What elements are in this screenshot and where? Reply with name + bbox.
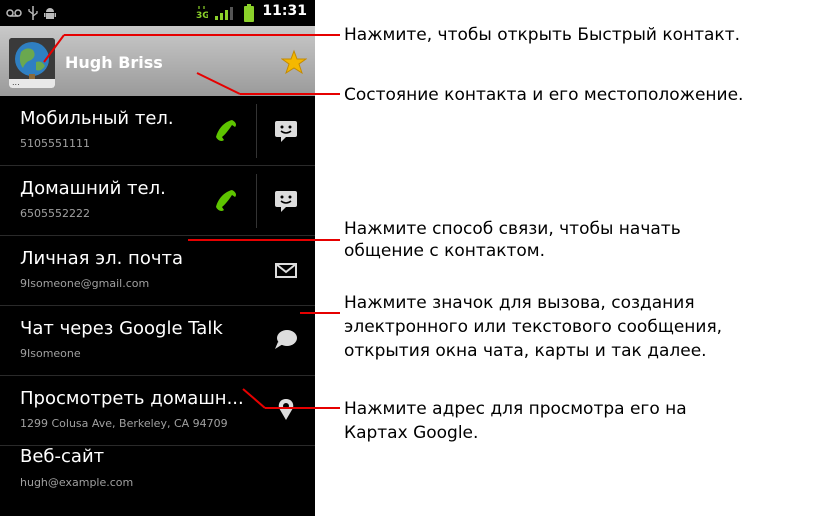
annotation-icon-line2: электронного или текстового сообщения, [344,317,723,337]
callout-line-address [242,388,266,409]
annotation-address-line2: Картах Google. [344,423,479,443]
annotation-address-line1: Нажмите адрес для просмотра его на [344,399,687,419]
annotation-quick-contact: Нажмите, чтобы открыть Быстрый контакт. [344,25,741,45]
annotation-status: Состояние контакта и его местоположение. [344,85,744,105]
callout-line-quick-contact [43,34,65,63]
annotation-icon-line1: Нажмите значок для вызова, создания [344,293,695,313]
annotation-icon-line3: открытия окна чата, карты и так далее. [344,341,707,361]
annotation-method-line1: Нажмите способ связи, чтобы начать [344,219,681,239]
callout-line-status [196,72,241,95]
annotation-method-line2: общение с контактом. [344,241,546,261]
